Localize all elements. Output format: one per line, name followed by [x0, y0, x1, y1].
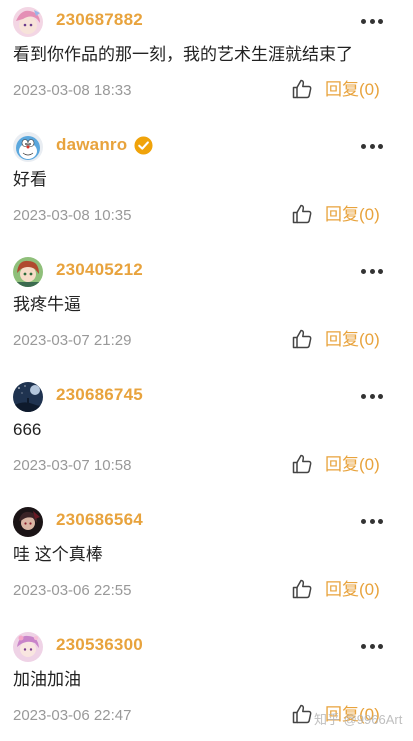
comment-list: 230687882 看到你作品的那一刻，我的艺术生涯就结束了 2023-03-0… [0, 0, 413, 741]
comment-item: 230405212 我疼牛逼 2023-03-07 21:29 回复(0) [0, 250, 413, 375]
username[interactable]: 230686564 [56, 509, 143, 531]
comment-time: 2023-03-06 22:55 [13, 582, 132, 599]
thumbs-up-icon[interactable] [291, 578, 313, 600]
avatar[interactable] [13, 632, 43, 662]
more-options-icon[interactable] [361, 635, 383, 657]
thumbs-up-icon[interactable] [291, 203, 313, 225]
comment-item: 230686564 哇 这个真棒 2023-03-06 22:55 回复(0) [0, 500, 413, 625]
watermark: 知乎 @9966Art [314, 712, 403, 727]
more-options-icon[interactable] [361, 510, 383, 532]
comment-text: 加油加油 [13, 670, 81, 689]
thumbs-up-icon[interactable] [291, 453, 313, 475]
comment-time: 2023-03-06 22:47 [13, 707, 132, 724]
username[interactable]: 230686745 [56, 384, 143, 406]
comment-text: 看到你作品的那一刻，我的艺术生涯就结束了 [13, 45, 353, 64]
reply-button[interactable]: 回复(0) [325, 329, 380, 351]
more-options-icon[interactable] [361, 135, 383, 157]
comment-text: 我疼牛逼 [13, 295, 81, 314]
more-options-icon[interactable] [361, 385, 383, 407]
comment-time: 2023-03-08 10:35 [13, 207, 132, 224]
avatar[interactable] [13, 382, 43, 412]
username[interactable]: 230405212 [56, 259, 143, 281]
avatar[interactable] [13, 7, 43, 37]
more-options-icon[interactable] [361, 10, 383, 32]
more-options-icon[interactable] [361, 260, 383, 282]
comment-text: 好看 [13, 170, 47, 189]
verified-badge-icon [134, 136, 153, 155]
comment-time: 2023-03-07 21:29 [13, 332, 132, 349]
comment-item: dawanro 好看 2023-03-08 10:35 回复(0) [0, 125, 413, 250]
thumbs-up-icon[interactable] [291, 78, 313, 100]
reply-button[interactable]: 回复(0) [325, 454, 380, 476]
username[interactable]: dawanro [56, 134, 127, 156]
comment-time: 2023-03-07 10:58 [13, 457, 132, 474]
reply-button[interactable]: 回复(0) [325, 579, 380, 601]
username[interactable]: 230687882 [56, 9, 143, 31]
comment-text: 哇 这个真棒 [13, 545, 103, 564]
thumbs-up-icon[interactable] [291, 703, 313, 725]
comment-text: 666 [13, 420, 42, 439]
comment-time: 2023-03-08 18:33 [13, 82, 132, 99]
username[interactable]: 230536300 [56, 634, 143, 656]
comment-item: 230686745 666 2023-03-07 10:58 回复(0) [0, 375, 413, 500]
reply-button[interactable]: 回复(0) [325, 204, 380, 226]
reply-button[interactable]: 回复(0) [325, 79, 380, 101]
avatar[interactable] [13, 507, 43, 537]
comment-item: 230687882 看到你作品的那一刻，我的艺术生涯就结束了 2023-03-0… [0, 0, 413, 125]
avatar[interactable] [13, 257, 43, 287]
thumbs-up-icon[interactable] [291, 328, 313, 350]
avatar[interactable] [13, 132, 43, 162]
